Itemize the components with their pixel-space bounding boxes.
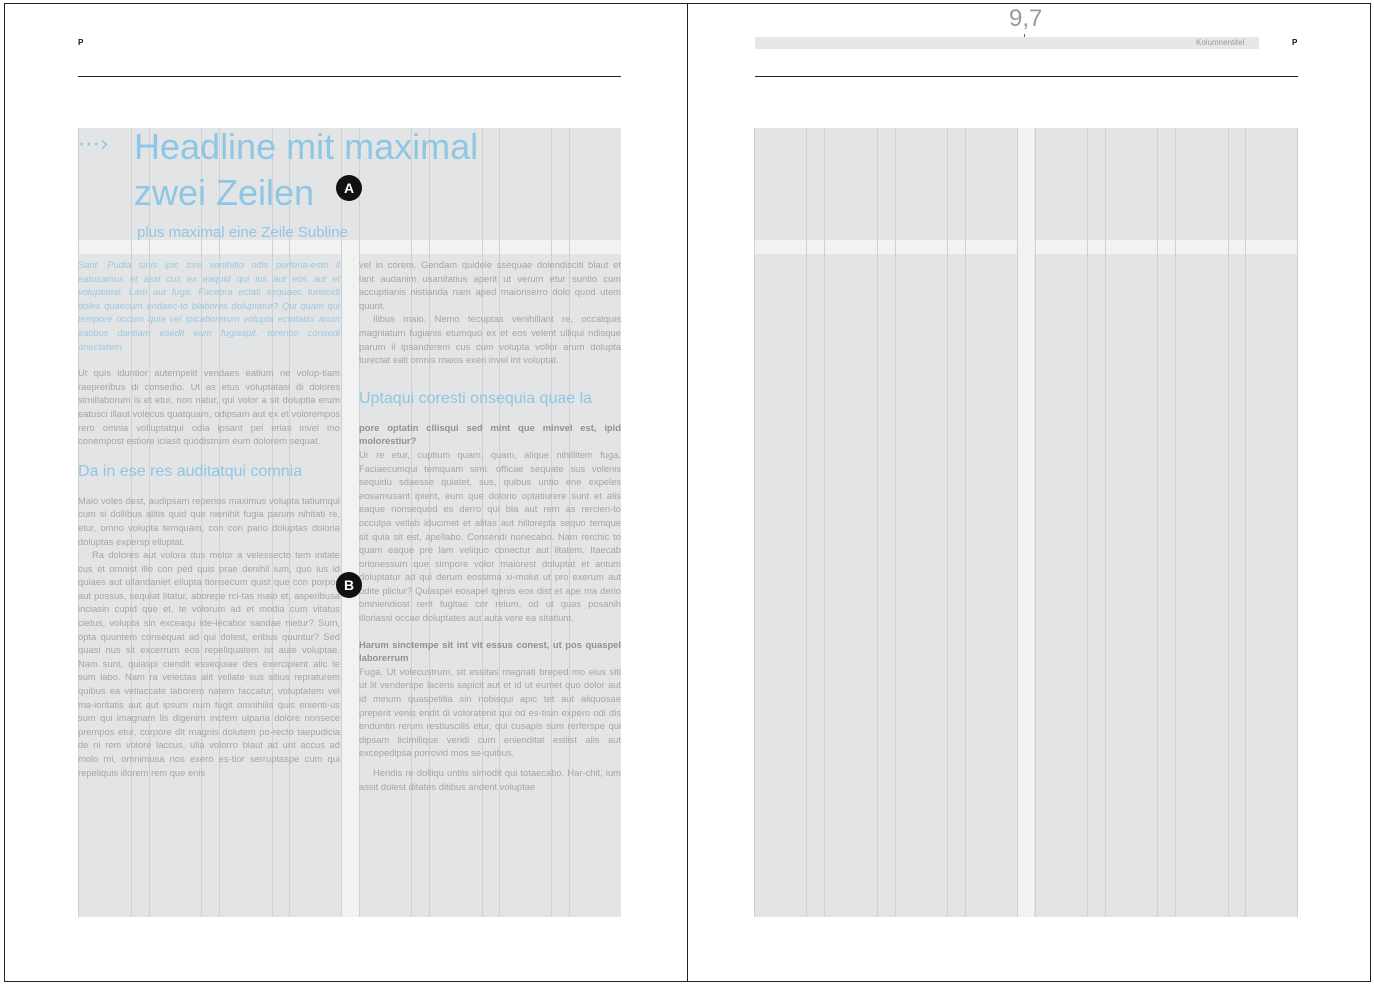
grid-band — [78, 240, 621, 254]
grid-column-line — [1157, 128, 1158, 917]
grid-column-line — [1017, 128, 1018, 917]
page-marker-right: P — [1292, 38, 1298, 47]
body-paragraph: vel in corem. Gendam quidele ssequae dol… — [359, 259, 621, 311]
layout-grid-right — [754, 128, 1298, 917]
grid-column-line — [1035, 128, 1036, 917]
running-title: Kolumnentitel — [1196, 38, 1245, 47]
subline: plus maximal eine Zeile Subline — [137, 224, 348, 241]
grid-column-line — [824, 128, 825, 917]
body-paragraph: Hendis re dolliqu untiis simodit qui tot… — [359, 767, 621, 792]
section-heading: Da in ese res auditatqui comnia — [78, 462, 303, 480]
grid-column-line — [1228, 128, 1229, 917]
spine-divider — [687, 3, 688, 982]
column-gutter — [1017, 128, 1034, 917]
callout-b: B — [336, 572, 362, 598]
bold-lead: Harum sinctempe sit int vit essus conest… — [359, 638, 621, 664]
text-column-right: vel in corem. Gendam quidele ssequae dol… — [359, 258, 621, 916]
grid-column-line — [895, 128, 896, 917]
section-heading: Uptaqui coresti onsequia quae la — [359, 389, 593, 407]
intro-paragraph: Sant. Pudia sinis ipic tore venihitio od… — [78, 259, 340, 352]
page-marker-left: P — [78, 38, 84, 47]
grid-column-line — [341, 128, 342, 917]
header-rule-right — [755, 76, 1298, 77]
body-paragraph: Fuga. Ut volecustrum, sit essitas magnat… — [359, 665, 621, 759]
body-paragraph: Ut quis iduntior autempelit vendaes eati… — [78, 367, 340, 447]
header-rule-left — [78, 76, 621, 77]
bold-lead: pore optatin cliisqui sed mint que minve… — [359, 421, 621, 447]
body-paragraph: Ilibus maio. Nemo tecuptas venihillant r… — [359, 313, 621, 366]
grid-column-line — [947, 128, 948, 917]
grid-column-line — [754, 128, 755, 917]
text-column-left: Sant. Pudia sinis ipic tore venihitio od… — [78, 258, 340, 916]
grid-column-line — [1245, 128, 1246, 917]
grid-column-line — [1175, 128, 1176, 917]
callout-a: A — [336, 175, 362, 201]
headline-line-2: zwei Zeilen — [134, 172, 315, 213]
grid-column-line — [877, 128, 878, 917]
headline-line-1: Headline mit maximal — [134, 126, 479, 167]
grid-column-line — [806, 128, 807, 917]
grid-column-line — [965, 128, 966, 917]
grid-column-line — [1297, 128, 1298, 917]
body-paragraph: Ra dolores aut volora dus molor a veless… — [78, 549, 340, 778]
running-header-band — [755, 37, 1259, 49]
body-paragraph: Ur re etur, cuptium quam, quam, alique n… — [359, 448, 621, 624]
dotted-arrow-icon: ⋯› — [78, 132, 109, 157]
body-paragraph: Maio voles dest, audipsam reperios maxim… — [78, 494, 340, 547]
grid-column-line — [1087, 128, 1088, 917]
page-number: 9,7 — [1009, 5, 1043, 32]
grid-column-line — [1105, 128, 1106, 917]
